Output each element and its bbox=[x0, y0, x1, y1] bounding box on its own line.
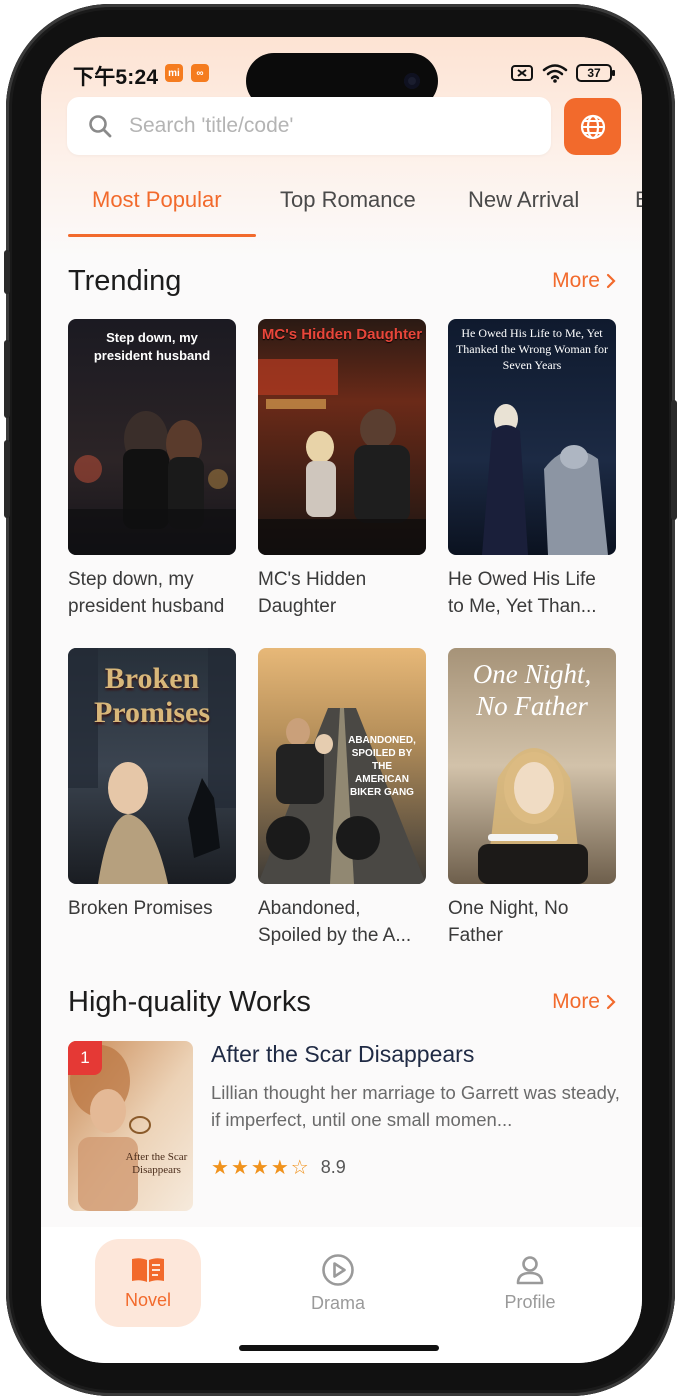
featured-book-rating: ★ ★ ★ ★ ☆ 8.9 bbox=[211, 1155, 346, 1180]
book-card[interactable]: One Night, No Father One Night, No Fathe… bbox=[448, 648, 616, 949]
star-filled-icon: ★ bbox=[211, 1157, 229, 1179]
cover-title-text: MC's Hidden Daughter bbox=[261, 326, 423, 343]
wifi-icon bbox=[542, 64, 568, 83]
app-screen: 下午5:24 mi ∞ 37 Search 'title/code' Most … bbox=[41, 37, 642, 1363]
nav-novel[interactable]: Novel bbox=[95, 1239, 201, 1327]
camera-icon bbox=[404, 73, 420, 89]
cover-title-text: Step down, my president husband bbox=[93, 330, 211, 363]
star-filled-icon: ★ bbox=[230, 1157, 249, 1179]
book-cover: MC's Hidden Daughter bbox=[258, 319, 426, 555]
nav-drama[interactable]: Drama bbox=[285, 1239, 391, 1327]
featured-book-title[interactable]: After the Scar Disappears bbox=[211, 1041, 474, 1068]
featured-book-description: Lillian thought her marriage to Garrett … bbox=[211, 1082, 620, 1130]
tab-new-arrival[interactable]: New Arrival bbox=[468, 187, 579, 237]
power-button bbox=[671, 400, 677, 520]
cover-title-text: One Night, No Father bbox=[472, 659, 592, 721]
book-card[interactable]: He Owed His Life to Me, Yet Thanked the … bbox=[448, 319, 616, 620]
app-badge-icon: ∞ bbox=[191, 64, 209, 82]
trending-more-link[interactable]: More bbox=[552, 269, 616, 293]
rating-value: 8.9 bbox=[320, 1157, 346, 1177]
book-title: One Night, No Father bbox=[448, 898, 569, 946]
no-sim-icon bbox=[511, 65, 533, 81]
book-title: Broken Promises bbox=[68, 898, 213, 919]
book-icon bbox=[132, 1257, 164, 1282]
play-circle-icon bbox=[322, 1253, 354, 1286]
search-icon bbox=[89, 115, 112, 138]
nav-drama-label: Drama bbox=[310, 1292, 365, 1313]
status-icons: 37 bbox=[510, 63, 615, 83]
volume-down-button bbox=[4, 440, 10, 518]
action-button bbox=[4, 250, 10, 294]
cover-title-text: Broken Promises bbox=[93, 662, 211, 729]
book-cover: He Owed His Life to Me, Yet Thanked the … bbox=[448, 319, 616, 555]
tab-more-categories[interactable]: B bbox=[635, 187, 642, 237]
rank-badge: 1 bbox=[68, 1041, 102, 1075]
tab-top-romance[interactable]: Top Romance bbox=[280, 187, 416, 237]
nav-profile-label: Profile bbox=[504, 1291, 556, 1312]
star-filled-icon: ★ bbox=[270, 1157, 289, 1179]
featured-cover-text: After the Scar Disappears bbox=[125, 1151, 188, 1176]
book-title: Step down, my president husband bbox=[68, 569, 225, 617]
language-button[interactable] bbox=[564, 98, 621, 155]
nav-novel-label: Novel bbox=[124, 1289, 172, 1310]
book-cover: Broken Promises bbox=[68, 648, 236, 884]
star-empty-icon: ☆ bbox=[290, 1157, 309, 1179]
globe-icon bbox=[580, 114, 605, 139]
home-indicator[interactable] bbox=[239, 1345, 439, 1351]
book-cover: Step down, my president husband bbox=[68, 319, 236, 555]
cover-title-text: He Owed His Life to Me, Yet Thanked the … bbox=[455, 326, 609, 372]
chevron-right-icon bbox=[606, 994, 616, 1010]
book-card[interactable]: ABANDONED, SPOILED BY THE AMERICAN BIKER… bbox=[258, 648, 426, 949]
battery-icon: 37 bbox=[576, 64, 615, 82]
cover-title-text: ABANDONED, SPOILED BY THE AMERICAN BIKER… bbox=[348, 735, 416, 798]
status-time: 下午5:24 bbox=[73, 66, 159, 89]
book-cover: One Night, No Father bbox=[448, 648, 616, 884]
book-card[interactable]: Broken Promises Broken Promises bbox=[68, 648, 236, 949]
nav-profile[interactable]: Profile bbox=[477, 1239, 583, 1327]
book-title: Abandoned, Spoiled by the A... bbox=[258, 898, 412, 946]
book-card[interactable]: MC's Hidden Daughter MC's Hidden Daughte… bbox=[258, 319, 426, 620]
mi-badge-icon: mi bbox=[165, 64, 183, 82]
person-icon bbox=[516, 1255, 544, 1284]
high-quality-title: High-quality Works bbox=[68, 986, 311, 1018]
book-cover: ABANDONED, SPOILED BY THE AMERICAN BIKER… bbox=[258, 648, 426, 884]
book-title: He Owed His Life to Me, Yet Than... bbox=[448, 569, 597, 617]
featured-book-cover[interactable]: 1 After the Scar Disappears bbox=[68, 1041, 193, 1211]
star-filled-icon: ★ bbox=[250, 1157, 269, 1179]
search-input[interactable]: Search 'title/code' bbox=[67, 97, 551, 155]
high-quality-more-label: More bbox=[552, 990, 600, 1013]
category-tabs: Most Popular Top Romance New Arrival B bbox=[68, 187, 642, 239]
search-placeholder: Search 'title/code' bbox=[129, 114, 294, 137]
bottom-navigation: Novel Drama Profile bbox=[41, 1227, 642, 1363]
active-tab-indicator bbox=[68, 234, 256, 237]
trending-more-label: More bbox=[552, 269, 600, 292]
tab-most-popular[interactable]: Most Popular bbox=[92, 187, 222, 237]
book-title: MC's Hidden Daughter bbox=[258, 569, 367, 617]
volume-up-button bbox=[4, 340, 10, 418]
high-quality-more-link[interactable]: More bbox=[552, 990, 616, 1014]
chevron-right-icon bbox=[606, 273, 616, 289]
book-card[interactable]: Step down, my president husband Step dow… bbox=[68, 319, 236, 620]
trending-title: Trending bbox=[68, 265, 182, 297]
